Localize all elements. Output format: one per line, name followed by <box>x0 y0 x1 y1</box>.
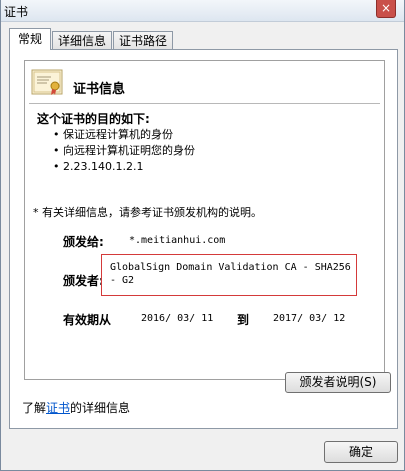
details-note: * 有关详细信息，请参考证书颁发机构的说明。 <box>33 206 262 219</box>
general-tab-panel: 证书信息 这个证书的目的如下: 保证远程计算机的身份 向远程计算机证明您的身份 … <box>9 49 398 429</box>
learn-more-prefix: 了解 <box>22 401 47 415</box>
purpose-item: 2.23.140.1.2.1 <box>53 159 195 175</box>
tab-general[interactable]: 常规 <box>9 28 52 50</box>
issuer-value-line2: - G2 <box>110 275 135 286</box>
certificate-info-box: 证书信息 这个证书的目的如下: 保证远程计算机的身份 向远程计算机证明您的身份 … <box>24 60 385 380</box>
valid-from-value: 2016/ 03/ 11 <box>141 313 214 324</box>
certificate-link[interactable]: 证书 <box>46 401 70 415</box>
ok-button[interactable]: 确定 <box>324 441 398 463</box>
issued-to-label: 颁发给: <box>63 235 104 249</box>
tab-certification-path[interactable]: 证书路径 <box>113 31 174 50</box>
issued-to-value: *.meitianhui.com <box>129 235 226 246</box>
purpose-list: 保证远程计算机的身份 向远程计算机证明您的身份 2.23.140.1.2.1 <box>53 127 195 175</box>
issuer-statement-button[interactable]: 颁发者说明(S) <box>285 372 391 393</box>
certificate-info-title: 证书信息 <box>73 82 126 97</box>
tab-details[interactable]: 详细信息 <box>52 31 113 50</box>
learn-more-text: 了解证书的详细信息 <box>22 399 130 416</box>
issuer-value-line1: GlobalSign Domain Validation CA - SHA256 <box>110 262 351 273</box>
valid-to-value: 2017/ 03/ 12 <box>273 313 346 324</box>
certificate-icon <box>31 69 63 95</box>
certificate-dialog: 证书 × 常规 详细信息 证书路径 证书信息 这个证书的目的如下: 保证远程计算… <box>0 0 405 471</box>
issued-by-label: 颁发者: <box>63 274 104 288</box>
valid-from-label: 有效期从 <box>63 313 112 327</box>
issuer-value-box: GlobalSign Domain Validation CA - SHA256… <box>101 254 357 296</box>
valid-to-label: 到 <box>237 313 250 327</box>
title-bar[interactable]: 证书 × <box>1 0 404 22</box>
purpose-item: 向远程计算机证明您的身份 <box>53 143 195 159</box>
purpose-title: 这个证书的目的如下: <box>37 112 150 126</box>
learn-more-suffix: 的详细信息 <box>70 401 131 415</box>
purpose-item: 保证远程计算机的身份 <box>53 127 195 143</box>
window-title: 证书 <box>4 5 29 19</box>
header-divider <box>29 103 380 104</box>
tab-strip: 常规 详细信息 证书路径 <box>9 28 174 50</box>
close-button[interactable]: × <box>376 0 396 18</box>
